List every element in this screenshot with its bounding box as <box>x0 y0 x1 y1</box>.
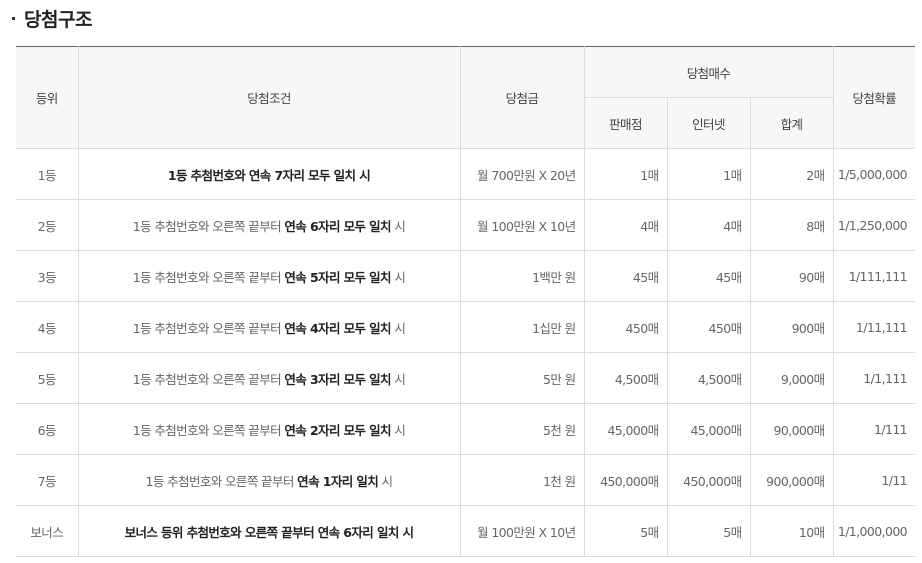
condition-highlight: 연속 5자리 모두 일치 <box>284 269 391 285</box>
table-row: 5등 1등 추첨번호와 오른쪽 끝부터 연속 3자리 모두 일치 시 5만 원 4,5… <box>16 352 916 404</box>
prize-cell: 월 700만원 X 20년 <box>459 148 585 200</box>
store-count-cell: 45매 <box>583 250 668 302</box>
internet-count-cell: 5매 <box>666 505 751 557</box>
table-row: 4등 1등 추첨번호와 오른쪽 끝부터 연속 4자리 모두 일치 시 1십만 원 45… <box>16 301 916 353</box>
table-row: 3등 1등 추첨번호와 오른쪽 끝부터 연속 5자리 모두 일치 시 1백만 원 45… <box>16 250 916 302</box>
condition-highlight: 연속 1자리 일치 <box>297 473 379 489</box>
condition-suffix: 시 <box>390 320 406 336</box>
table-row: 2등 1등 추첨번호와 오른쪽 끝부터 연속 6자리 모두 일치 시월 100만원… <box>16 199 916 251</box>
condition-cell: 1등 추첨번호와 오른쪽 끝부터 연속 1자리 일치 시 <box>77 454 461 506</box>
condition-highlight: 연속 4자리 모두 일치 <box>284 320 391 336</box>
header-count-group: 당첨매수 <box>583 46 834 98</box>
section-title-text: 당첨구조 <box>24 8 92 31</box>
table-body: 1등 1등 추첨번호와 연속 7자리 모두 일치 시월 700만원 X 20년 1매… <box>16 148 916 557</box>
table-row: 보너스 보너스 등위 추첨번호와 오른쪽 끝부터 연속 6자리 일치 시 월 100… <box>16 505 916 557</box>
store-count-cell: 450매 <box>583 301 668 353</box>
condition-cell: 1등 추첨번호와 연속 7자리 모두 일치 시 <box>77 148 461 200</box>
condition-cell: 1등 추첨번호와 오른쪽 끝부터 연속 3자리 모두 일치 시 <box>77 352 461 404</box>
total-count-cell: 9,000매 <box>749 352 834 404</box>
condition-suffix: 시 <box>390 422 406 438</box>
condition-highlight: 연속 3자리 모두 일치 <box>284 371 391 387</box>
header-internet: 인터넷 <box>666 97 751 149</box>
rank-cell: 4등 <box>16 301 79 353</box>
rank-cell: 7등 <box>16 454 79 506</box>
rank-cell: 보너스 <box>16 505 79 557</box>
condition-cell: 1등 추첨번호와 오른쪽 끝부터 연속 2자리 모두 일치 시 <box>77 403 461 455</box>
section-title: 당첨구조 <box>12 5 92 31</box>
rank-cell: 3등 <box>16 250 79 302</box>
total-count-cell: 8매 <box>749 199 834 251</box>
rank-cell: 5등 <box>16 352 79 404</box>
condition-highlight: 보너스 등위 추첨번호와 오른쪽 끝부터 연속 6자리 일치 시 <box>124 524 414 540</box>
condition-text: 1등 추첨번호와 오른쪽 끝부터 <box>145 473 298 489</box>
probability-cell: 1/11 <box>832 454 916 506</box>
header-condition: 당첨조건 <box>77 46 461 149</box>
total-count-cell: 900,000매 <box>749 454 834 506</box>
condition-suffix: 시 <box>390 218 406 234</box>
rank-cell: 2등 <box>16 199 79 251</box>
rank-cell: 6등 <box>16 403 79 455</box>
header-probability: 당첨확률 <box>832 46 916 149</box>
probability-cell: 1/1,250,000 <box>832 199 916 251</box>
total-count-cell: 900매 <box>749 301 834 353</box>
store-count-cell: 4매 <box>583 199 668 251</box>
condition-text: 1등 추첨번호와 오른쪽 끝부터 <box>132 422 285 438</box>
prize-structure-table: 등위 당첨조건 당첨금 당첨매수 당첨확률 판매점 인터넷 합계 1등 1등 추첨… <box>16 46 916 557</box>
condition-cell: 1등 추첨번호와 오른쪽 끝부터 연속 4자리 모두 일치 시 <box>77 301 461 353</box>
header-total: 합계 <box>749 97 834 149</box>
condition-suffix: 시 <box>378 473 394 489</box>
prize-cell: 1백만 원 <box>459 250 585 302</box>
condition-text: 1등 추첨번호와 오른쪽 끝부터 <box>132 269 285 285</box>
probability-cell: 1/1,000,000 <box>832 505 916 557</box>
table-row: 7등 1등 추첨번호와 오른쪽 끝부터 연속 1자리 일치 시 1천 원 450,00… <box>16 454 916 506</box>
condition-text: 1등 추첨번호와 오른쪽 끝부터 <box>132 320 285 336</box>
table-row: 6등 1등 추첨번호와 오른쪽 끝부터 연속 2자리 모두 일치 시 5천 원 45,… <box>16 403 916 455</box>
probability-cell: 1/111 <box>832 403 916 455</box>
probability-cell: 1/11,111 <box>832 301 916 353</box>
probability-cell: 1/1,111 <box>832 352 916 404</box>
header-prize: 당첨금 <box>459 46 585 149</box>
header-store: 판매점 <box>584 97 668 149</box>
prize-cell: 월 100만원 X 10년 <box>459 199 585 251</box>
store-count-cell: 45,000매 <box>583 403 668 455</box>
condition-suffix: 시 <box>390 269 406 285</box>
condition-highlight: 연속 6자리 모두 일치 <box>284 218 391 234</box>
table-row: 1등 1등 추첨번호와 연속 7자리 모두 일치 시월 700만원 X 20년 1매… <box>16 148 916 200</box>
internet-count-cell: 450,000매 <box>666 454 751 506</box>
title-bullet-icon <box>12 16 15 20</box>
store-count-cell: 5매 <box>583 505 668 557</box>
internet-count-cell: 45,000매 <box>666 403 751 455</box>
total-count-cell: 90,000매 <box>749 403 834 455</box>
condition-highlight: 연속 2자리 모두 일치 <box>284 422 391 438</box>
internet-count-cell: 450매 <box>666 301 751 353</box>
condition-suffix: 시 <box>390 371 406 387</box>
condition-text: 1등 추첨번호와 오른쪽 끝부터 <box>132 218 285 234</box>
prize-cell: 월 100만원 X 10년 <box>459 505 585 557</box>
total-count-cell: 2매 <box>749 148 834 200</box>
condition-cell: 1등 추첨번호와 오른쪽 끝부터 연속 6자리 모두 일치 시 <box>77 199 461 251</box>
store-count-cell: 450,000매 <box>583 454 668 506</box>
internet-count-cell: 45매 <box>666 250 751 302</box>
probability-cell: 1/111,111 <box>832 250 916 302</box>
prize-cell: 1십만 원 <box>459 301 585 353</box>
table-header: 등위 당첨조건 당첨금 당첨매수 당첨확률 판매점 인터넷 합계 <box>16 46 916 149</box>
total-count-cell: 90매 <box>749 250 834 302</box>
internet-count-cell: 1매 <box>666 148 751 200</box>
prize-cell: 5만 원 <box>459 352 585 404</box>
prize-cell: 1천 원 <box>459 454 585 506</box>
internet-count-cell: 4,500매 <box>666 352 751 404</box>
condition-text: 1등 추첨번호와 오른쪽 끝부터 <box>132 371 285 387</box>
probability-cell: 1/5,000,000 <box>832 148 916 200</box>
prize-cell: 5천 원 <box>459 403 585 455</box>
rank-cell: 1등 <box>16 148 79 200</box>
internet-count-cell: 4매 <box>666 199 751 251</box>
header-rank: 등위 <box>16 46 79 149</box>
condition-highlight: 1등 추첨번호와 연속 7자리 모두 일치 시 <box>167 167 371 183</box>
store-count-cell: 1매 <box>583 148 668 200</box>
condition-cell: 1등 추첨번호와 오른쪽 끝부터 연속 5자리 모두 일치 시 <box>77 250 461 302</box>
store-count-cell: 4,500매 <box>583 352 668 404</box>
total-count-cell: 10매 <box>749 505 834 557</box>
condition-cell: 보너스 등위 추첨번호와 오른쪽 끝부터 연속 6자리 일치 시 <box>77 505 461 557</box>
